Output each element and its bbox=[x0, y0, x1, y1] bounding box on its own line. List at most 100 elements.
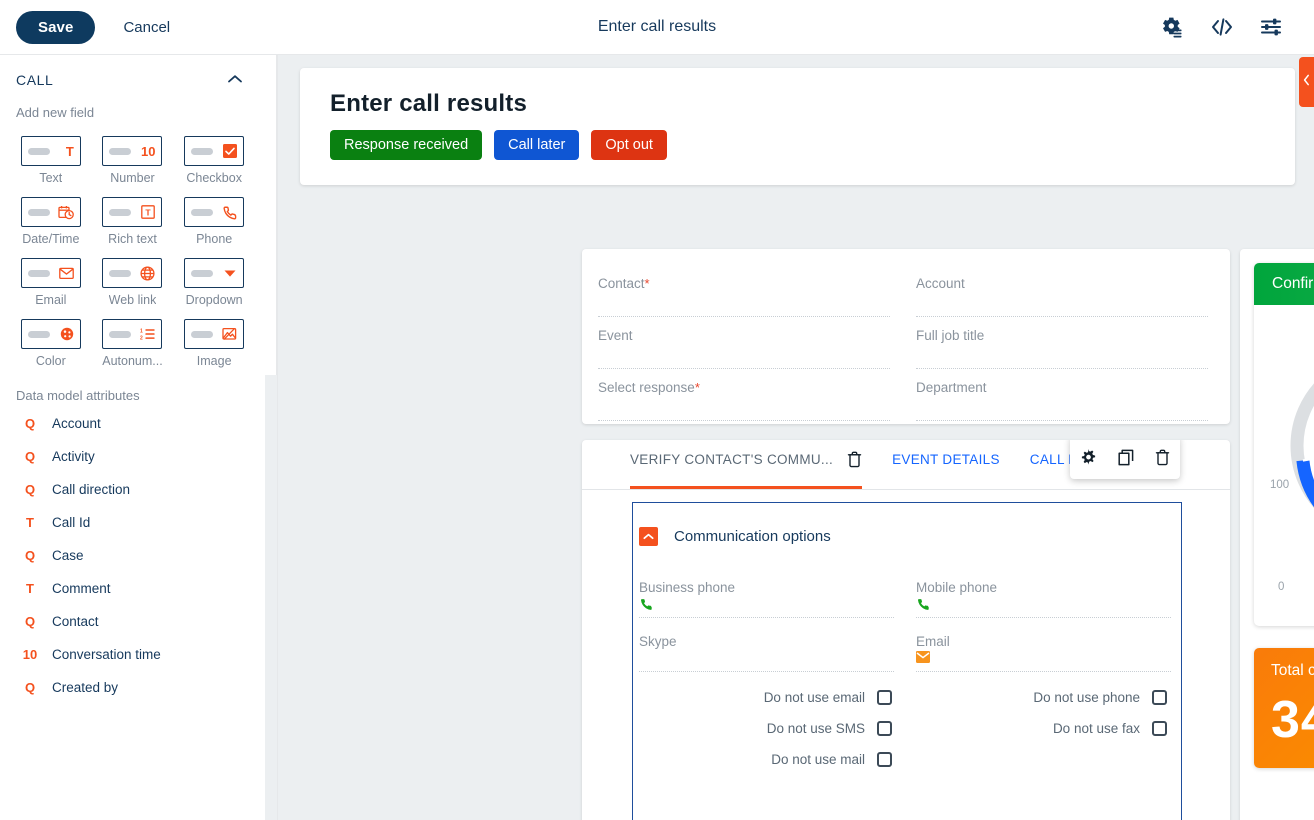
attribute-created-by[interactable]: Q Created by bbox=[0, 671, 265, 704]
field-underline bbox=[916, 420, 1208, 421]
checkbox-input[interactable] bbox=[877, 752, 892, 767]
lookup-icon: Q bbox=[24, 680, 36, 695]
field-mobile-phone[interactable]: Mobile phone bbox=[916, 580, 1171, 618]
attribute-conversation-time[interactable]: 10 Conversation time bbox=[0, 638, 265, 671]
field-type-label: Phone bbox=[196, 232, 233, 246]
tab-bar: VERIFY CONTACT'S COMMU... EVENT DETAILS … bbox=[582, 440, 1230, 490]
confirmed-participants-widget[interactable]: Confirmed participants 250 100 0 500 125 bbox=[1254, 263, 1314, 626]
response-received-button[interactable]: Response received bbox=[330, 130, 483, 160]
attribute-case[interactable]: Q Case bbox=[0, 539, 265, 572]
field-full-job-title[interactable]: Full job title bbox=[916, 317, 1208, 369]
field-type-label: Text bbox=[39, 171, 63, 185]
gear-icon[interactable] bbox=[1080, 448, 1097, 466]
checkbox-do-not-use-fax[interactable]: Do not use fax bbox=[914, 721, 1167, 736]
attribute-activity[interactable]: Q Activity bbox=[0, 440, 265, 473]
field-type-email[interactable]: Email bbox=[10, 252, 92, 311]
attribute-account[interactable]: Q Account bbox=[0, 407, 265, 440]
field-label: Full job title bbox=[916, 328, 985, 343]
total-calls-value: 34 bbox=[1271, 691, 1314, 749]
checkbox-input[interactable] bbox=[877, 690, 892, 705]
field-dash bbox=[191, 269, 214, 277]
total-calls-made-widget[interactable]: Total calls made 34 bbox=[1254, 648, 1314, 768]
sidebar-scrollbar-thumb[interactable] bbox=[265, 55, 277, 375]
field-business-phone[interactable]: Business phone bbox=[639, 580, 894, 618]
block-field-grid: Business phone Mobile phone Skype Email bbox=[633, 546, 1181, 672]
sidebar-scrollbar-track[interactable] bbox=[265, 55, 277, 820]
copy-icon[interactable] bbox=[1118, 449, 1134, 466]
tab-event-details[interactable]: EVENT DETAILS bbox=[892, 440, 1000, 489]
required-marker: * bbox=[644, 276, 650, 291]
field-type-checkbox[interactable]: Checkbox bbox=[173, 130, 255, 189]
field-dash bbox=[191, 208, 214, 216]
field-type-label: Image bbox=[196, 354, 232, 368]
settings-gear-icon[interactable] bbox=[1160, 15, 1184, 39]
field-type-weblink[interactable]: Web link bbox=[92, 252, 174, 311]
call-later-button[interactable]: Call later bbox=[494, 130, 580, 160]
svg-text:T: T bbox=[146, 207, 152, 217]
field-type-color[interactable]: Color bbox=[10, 313, 92, 372]
lookup-icon: Q bbox=[24, 482, 36, 497]
save-button[interactable]: Save bbox=[16, 10, 96, 44]
block-title: Communication options bbox=[674, 528, 831, 545]
field-email[interactable]: Email bbox=[916, 618, 1171, 672]
attribute-contact[interactable]: Q Contact bbox=[0, 605, 265, 638]
svg-text:1: 1 bbox=[140, 328, 143, 334]
image-field-icon bbox=[184, 319, 245, 349]
gauge-body: 250 100 0 500 125 bbox=[1254, 305, 1314, 626]
title-card: Enter call results Response received Cal… bbox=[300, 68, 1295, 185]
field-department[interactable]: Department bbox=[916, 369, 1208, 421]
text-glyph: T bbox=[65, 143, 74, 159]
attribute-call-id[interactable]: T Call Id bbox=[0, 506, 265, 539]
code-brackets-icon[interactable] bbox=[1210, 16, 1234, 38]
checkbox-input[interactable] bbox=[1152, 721, 1167, 736]
checkbox-do-not-use-sms[interactable]: Do not use SMS bbox=[639, 721, 892, 736]
communication-options-block[interactable]: Communication options Business phone Mob… bbox=[632, 502, 1182, 820]
tab-verify-contacts-communication[interactable]: VERIFY CONTACT'S COMMU... bbox=[630, 440, 863, 489]
response-button-group: Response received Call later Opt out bbox=[330, 130, 1295, 160]
field-type-number[interactable]: 10 Number bbox=[92, 130, 174, 189]
chevron-up-icon[interactable] bbox=[639, 527, 658, 546]
checkbox-label: Do not use fax bbox=[1052, 721, 1140, 736]
checkbox-input[interactable] bbox=[1152, 690, 1167, 705]
field-skype[interactable]: Skype bbox=[639, 618, 894, 672]
lookup-icon: Q bbox=[24, 614, 36, 629]
checkbox-do-not-use-email[interactable]: Do not use email bbox=[639, 690, 892, 705]
field-type-datetime[interactable]: Date/Time bbox=[10, 191, 92, 250]
field-dash bbox=[109, 269, 132, 277]
page-title: Enter call results bbox=[597, 18, 717, 35]
field-type-phone[interactable]: Phone bbox=[173, 191, 255, 250]
checkbox-input[interactable] bbox=[877, 721, 892, 736]
field-type-dropdown[interactable]: Dropdown bbox=[173, 252, 255, 311]
attribute-label: Account bbox=[52, 416, 101, 431]
field-contact[interactable]: Contact* bbox=[598, 265, 890, 317]
field-type-image[interactable]: Image bbox=[173, 313, 255, 372]
field-type-autonumber[interactable]: 1 2 Autonum... bbox=[92, 313, 174, 372]
chevron-up-icon[interactable] bbox=[227, 71, 243, 89]
attribute-call-direction[interactable]: Q Call direction bbox=[0, 473, 265, 506]
chevron-left-icon bbox=[1303, 73, 1310, 91]
phone-icon bbox=[639, 595, 894, 617]
opt-out-button[interactable]: Opt out bbox=[591, 130, 667, 160]
form-field-grid: Contact* Account Event Full job title Se… bbox=[598, 265, 1208, 421]
topbar-icon-group bbox=[1160, 15, 1314, 39]
sidebar-section-header[interactable]: CALL bbox=[0, 55, 265, 97]
field-select-response[interactable]: Select response* bbox=[598, 369, 890, 421]
attribute-label: Case bbox=[52, 548, 84, 563]
field-event[interactable]: Event bbox=[598, 317, 890, 369]
right-panel-collapse-handle[interactable] bbox=[1299, 57, 1314, 107]
trash-icon[interactable] bbox=[847, 451, 862, 468]
field-account[interactable]: Account bbox=[916, 265, 1208, 317]
field-label: Account bbox=[916, 276, 965, 291]
trash-icon[interactable] bbox=[1155, 449, 1170, 466]
datetime-field-icon bbox=[20, 197, 81, 227]
checkbox-field-icon bbox=[184, 136, 245, 166]
color-field-icon bbox=[20, 319, 81, 349]
attribute-comment[interactable]: T Comment bbox=[0, 572, 265, 605]
checkbox-do-not-use-phone[interactable]: Do not use phone bbox=[914, 690, 1167, 705]
field-type-richtext[interactable]: T Rich text bbox=[92, 191, 174, 250]
cancel-button[interactable]: Cancel bbox=[117, 18, 176, 37]
form-heading: Enter call results bbox=[330, 90, 528, 117]
checkbox-do-not-use-mail[interactable]: Do not use mail bbox=[639, 752, 892, 767]
sliders-icon[interactable] bbox=[1260, 16, 1284, 38]
field-type-text[interactable]: T Text bbox=[10, 130, 92, 189]
